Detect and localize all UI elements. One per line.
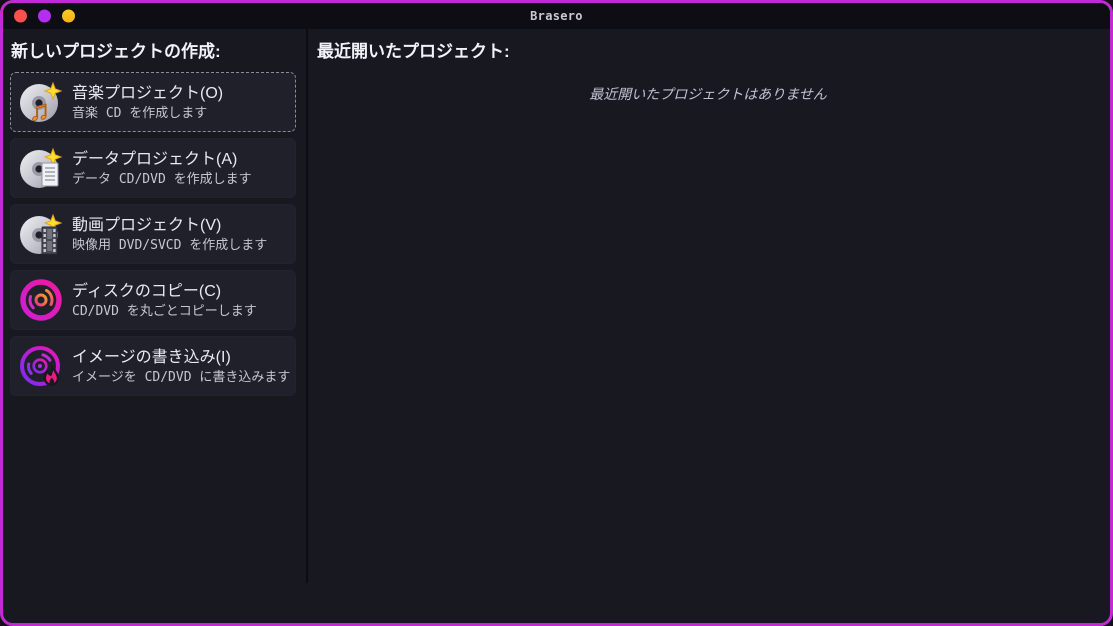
new-project-panel: 新しいプロジェクトの作成: ♫ 音楽プロジェクト(O) 音楽 CD を作成します… bbox=[3, 29, 306, 623]
maximize-button[interactable] bbox=[62, 9, 75, 23]
video-project-text: 動画プロジェクト(V) 映像用 DVD/SVCD を作成します bbox=[72, 214, 267, 255]
disc-copy-text: ディスクのコピー(C) CD/DVD を丸ごとコピーします bbox=[72, 280, 257, 321]
data-project-text: データプロジェクト(A) データ CD/DVD を作成します bbox=[72, 148, 252, 189]
disc-copy-icon bbox=[19, 278, 63, 322]
main-content: 新しいプロジェクトの作成: ♫ 音楽プロジェクト(O) 音楽 CD を作成します… bbox=[3, 29, 1110, 623]
disc-copy-title: ディスクのコピー(C) bbox=[72, 282, 222, 300]
data-project-subtitle: データ CD/DVD を作成します bbox=[72, 171, 252, 187]
close-button[interactable] bbox=[14, 9, 27, 23]
recent-projects-header: 最近開いたプロジェクト: bbox=[317, 42, 510, 61]
burn-image-title: イメージの書き込み(I) bbox=[72, 348, 231, 366]
burn-image-text: イメージの書き込み(I) イメージを CD/DVD に書き込みます bbox=[72, 346, 290, 387]
disc-copy-subtitle: CD/DVD を丸ごとコピーします bbox=[72, 303, 257, 319]
audio-project-title: 音楽プロジェクト(O) bbox=[72, 84, 224, 102]
video-project-button[interactable]: 動画プロジェクト(V) 映像用 DVD/SVCD を作成します bbox=[10, 204, 296, 264]
disc-copy-button[interactable]: ディスクのコピー(C) CD/DVD を丸ごとコピーします bbox=[10, 270, 296, 330]
recent-projects-empty-message: 最近開いたプロジェクトはありません bbox=[589, 86, 827, 102]
audio-project-text: 音楽プロジェクト(O) 音楽 CD を作成します bbox=[72, 82, 223, 123]
new-project-header: 新しいプロジェクトの作成: bbox=[11, 42, 221, 61]
burn-image-icon bbox=[19, 344, 63, 388]
data-cd-icon bbox=[19, 146, 63, 190]
window-title: Brasero bbox=[530, 9, 583, 23]
window-controls bbox=[14, 9, 75, 23]
burn-image-subtitle: イメージを CD/DVD に書き込みます bbox=[72, 369, 291, 385]
audio-project-button[interactable]: ♫ 音楽プロジェクト(O) 音楽 CD を作成します bbox=[10, 72, 296, 132]
video-project-title: 動画プロジェクト(V) bbox=[72, 216, 222, 234]
video-cd-icon bbox=[19, 212, 63, 256]
audio-project-subtitle: 音楽 CD を作成します bbox=[72, 105, 208, 121]
video-project-subtitle: 映像用 DVD/SVCD を作成します bbox=[72, 237, 268, 253]
titlebar: Brasero bbox=[3, 3, 1110, 29]
minimize-button[interactable] bbox=[38, 9, 51, 23]
burn-image-button[interactable]: イメージの書き込み(I) イメージを CD/DVD に書き込みます bbox=[10, 336, 296, 396]
recent-projects-panel: 最近開いたプロジェクト: 最近開いたプロジェクトはありません bbox=[306, 29, 1110, 623]
data-project-title: データプロジェクト(A) bbox=[72, 150, 238, 168]
data-project-button[interactable]: データプロジェクト(A) データ CD/DVD を作成します bbox=[10, 138, 296, 198]
panel-separator bbox=[306, 29, 308, 583]
brasero-window: Brasero 新しいプロジェクトの作成: ♫ 音楽プロジェクト(O) 音楽 C… bbox=[0, 0, 1113, 626]
svg-text:♫: ♫ bbox=[29, 95, 50, 124]
audio-cd-icon: ♫ bbox=[19, 80, 63, 124]
